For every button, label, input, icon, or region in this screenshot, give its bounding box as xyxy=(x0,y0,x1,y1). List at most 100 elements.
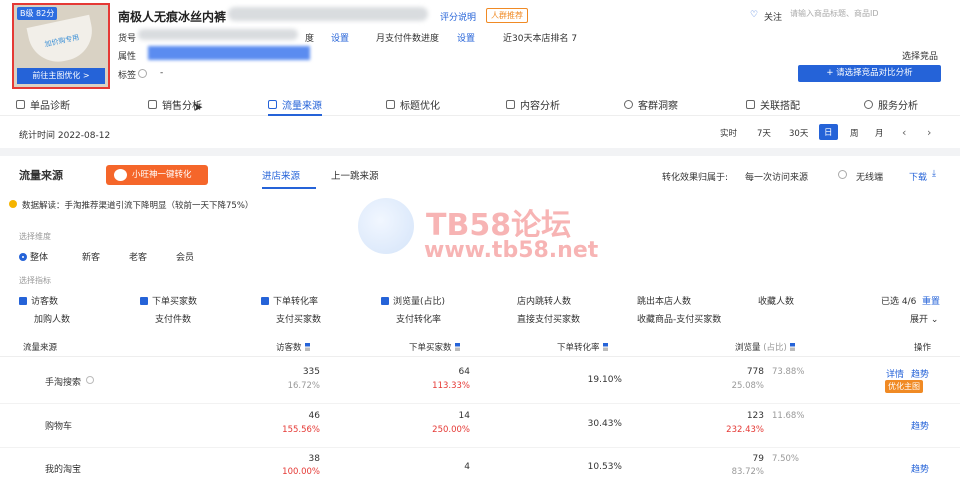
wangwang-icon xyxy=(114,169,127,181)
link-icon xyxy=(746,100,755,109)
tab-related[interactable]: 关联搭配 xyxy=(746,97,800,112)
tag-label: 标签 xyxy=(118,71,137,81)
product-search[interactable]: 请输入商品标题、商品ID xyxy=(790,8,942,24)
stats-time: 统计时间 2022-08-12 xyxy=(19,131,111,141)
checkbox-icon xyxy=(19,297,27,305)
prev-arrow-icon[interactable]: ‹ xyxy=(902,126,906,139)
tab-last-hop-source[interactable]: 上一跳来源 xyxy=(331,168,379,182)
dim-old[interactable]: 老客 xyxy=(129,250,147,263)
wangwang-convert-button[interactable]: 小旺神一键转化 xyxy=(106,165,208,185)
metric-pv[interactable]: 浏览量(占比) xyxy=(381,294,445,307)
metric-pay-buyers[interactable]: 支付买家数 xyxy=(276,312,321,325)
monthly-setting-link[interactable]: 设置 xyxy=(457,31,475,44)
follow-link[interactable]: 关注 xyxy=(764,10,782,23)
tag-value: - xyxy=(160,68,164,78)
metric-visitors[interactable]: 访客数 xyxy=(19,294,58,307)
source-name: 我的淘宝 xyxy=(45,465,82,475)
service-icon xyxy=(864,100,873,109)
help-icon[interactable] xyxy=(86,376,94,384)
trend-link[interactable]: 趋势 xyxy=(911,462,929,475)
metric-cart[interactable]: 加购人数 xyxy=(34,312,70,325)
traffic-title: 流量来源 xyxy=(19,169,63,182)
cursor-icon: ➤ xyxy=(193,100,204,114)
table-row: 购物车 46 155.56% 14 250.00% 30.43% 123 11.… xyxy=(0,404,960,448)
tab-service[interactable]: 服务分析 xyxy=(864,97,918,112)
tab-diagnose[interactable]: 单品诊断 xyxy=(16,97,70,112)
range-7d[interactable]: 7天 xyxy=(757,127,771,139)
range-week[interactable]: 周 xyxy=(850,127,859,139)
checkbox-icon xyxy=(140,297,148,305)
expand-link[interactable]: 展开 ⌄ xyxy=(910,312,938,325)
trend-link[interactable]: 趋势 xyxy=(911,419,929,432)
metric-direct-pay[interactable]: 直接支付买家数 xyxy=(517,312,580,325)
dim-new[interactable]: 新客 xyxy=(82,250,100,263)
sort-icon xyxy=(454,343,460,351)
progress-label: 度 xyxy=(305,34,315,44)
selected-count: 已选 4/6 xyxy=(881,297,917,307)
product-thumbnail[interactable]: B级 82分 加价购专用 前往主图优化 > xyxy=(12,3,110,89)
rating-link[interactable]: 评分说明 xyxy=(440,10,476,23)
heart-icon[interactable]: ♡ xyxy=(750,10,758,20)
help-icon[interactable] xyxy=(838,170,847,179)
attribution-select[interactable]: 每一次访问来源 xyxy=(745,170,808,183)
sort-icon xyxy=(602,343,608,351)
range-realtime[interactable]: 实时 xyxy=(720,127,737,139)
dim-member[interactable]: 会员 xyxy=(176,250,194,263)
source-name: 购物车 xyxy=(45,422,73,432)
tab-customer[interactable]: 客群洞察 xyxy=(624,97,678,112)
checkbox-icon xyxy=(381,297,389,305)
hand-logo-icon xyxy=(358,198,414,254)
download-icon[interactable]: ⤓ xyxy=(932,169,936,179)
section-divider xyxy=(0,148,960,156)
checkbox-icon xyxy=(261,297,269,305)
tab-content[interactable]: 内容分析 xyxy=(506,97,560,112)
search-input[interactable]: 请输入商品标题、商品ID xyxy=(790,9,879,18)
source-name: 手淘搜索 xyxy=(45,378,82,388)
col-order-buyers[interactable]: 下单买家数 xyxy=(409,341,460,353)
metric-label: 选择指标 xyxy=(19,276,51,285)
main-image-optimize-button[interactable]: 前往主图优化 > xyxy=(17,68,105,84)
trend-link[interactable]: 趋势 xyxy=(911,367,929,380)
col-actions: 操作 xyxy=(914,343,932,353)
redacted-attrs xyxy=(148,46,310,60)
crowd-recommend-button[interactable]: 人群推荐 xyxy=(486,8,528,23)
tab-title[interactable]: 标题优化 xyxy=(386,97,440,112)
monthly-progress-label: 月支付件数进度 xyxy=(376,34,440,44)
insight-text: 数据解读：手淘推荐渠道引流下降明显（较前一天下降75%） xyxy=(22,201,254,211)
help-icon[interactable] xyxy=(138,69,147,78)
table-header xyxy=(0,333,960,357)
download-link[interactable]: 下载 xyxy=(909,170,927,183)
metric-favorites[interactable]: 收藏人数 xyxy=(758,294,794,307)
metric-pay-cvr[interactable]: 支付转化率 xyxy=(396,312,441,325)
attribution-label: 转化效果归属于: xyxy=(662,173,729,183)
metric-pay-qty[interactable]: 支付件数 xyxy=(155,312,191,325)
people-icon xyxy=(624,100,633,109)
wireless-select[interactable]: 无线端 xyxy=(856,170,883,183)
reset-link[interactable]: 重置 xyxy=(922,294,940,307)
optimize-image-button[interactable]: 优化主图 xyxy=(885,380,923,393)
detail-link[interactable]: 详情 xyxy=(886,367,904,380)
col-order-cvr[interactable]: 下单转化率 xyxy=(557,341,608,353)
range-month[interactable]: 月 xyxy=(875,127,884,139)
bag-icon xyxy=(148,100,157,109)
metric-fav-pay[interactable]: 收藏商品-支付买家数 xyxy=(637,312,721,325)
metric-leave-store[interactable]: 跳出本店人数 xyxy=(637,294,691,307)
insight-icon xyxy=(9,200,17,208)
attr-label: 属性 xyxy=(118,52,137,62)
col-pv[interactable]: 浏览量 (占比) xyxy=(735,341,795,353)
metric-order-buyers[interactable]: 下单买家数 xyxy=(140,294,197,307)
progress-setting-link[interactable]: 设置 xyxy=(331,31,349,44)
redacted-sku xyxy=(138,29,298,40)
chevron-down-icon: ⌄ xyxy=(930,315,939,325)
range-30d[interactable]: 30天 xyxy=(789,127,808,139)
redacted-title xyxy=(228,7,428,21)
metric-order-cvr[interactable]: 下单转化率 xyxy=(261,294,318,307)
tab-store-source[interactable]: 进店来源 xyxy=(262,168,300,182)
metric-store-jump[interactable]: 店内跳转人数 xyxy=(517,294,571,307)
next-arrow-icon[interactable]: › xyxy=(927,126,931,139)
compare-competitor-button[interactable]: + 请选择竞品对比分析 xyxy=(798,65,941,82)
tab-traffic[interactable]: 流量来源 xyxy=(268,97,322,116)
col-visitors[interactable]: 访客数 xyxy=(276,341,310,353)
dim-all[interactable]: 整体 xyxy=(19,250,48,263)
range-day[interactable]: 日 xyxy=(819,124,838,140)
